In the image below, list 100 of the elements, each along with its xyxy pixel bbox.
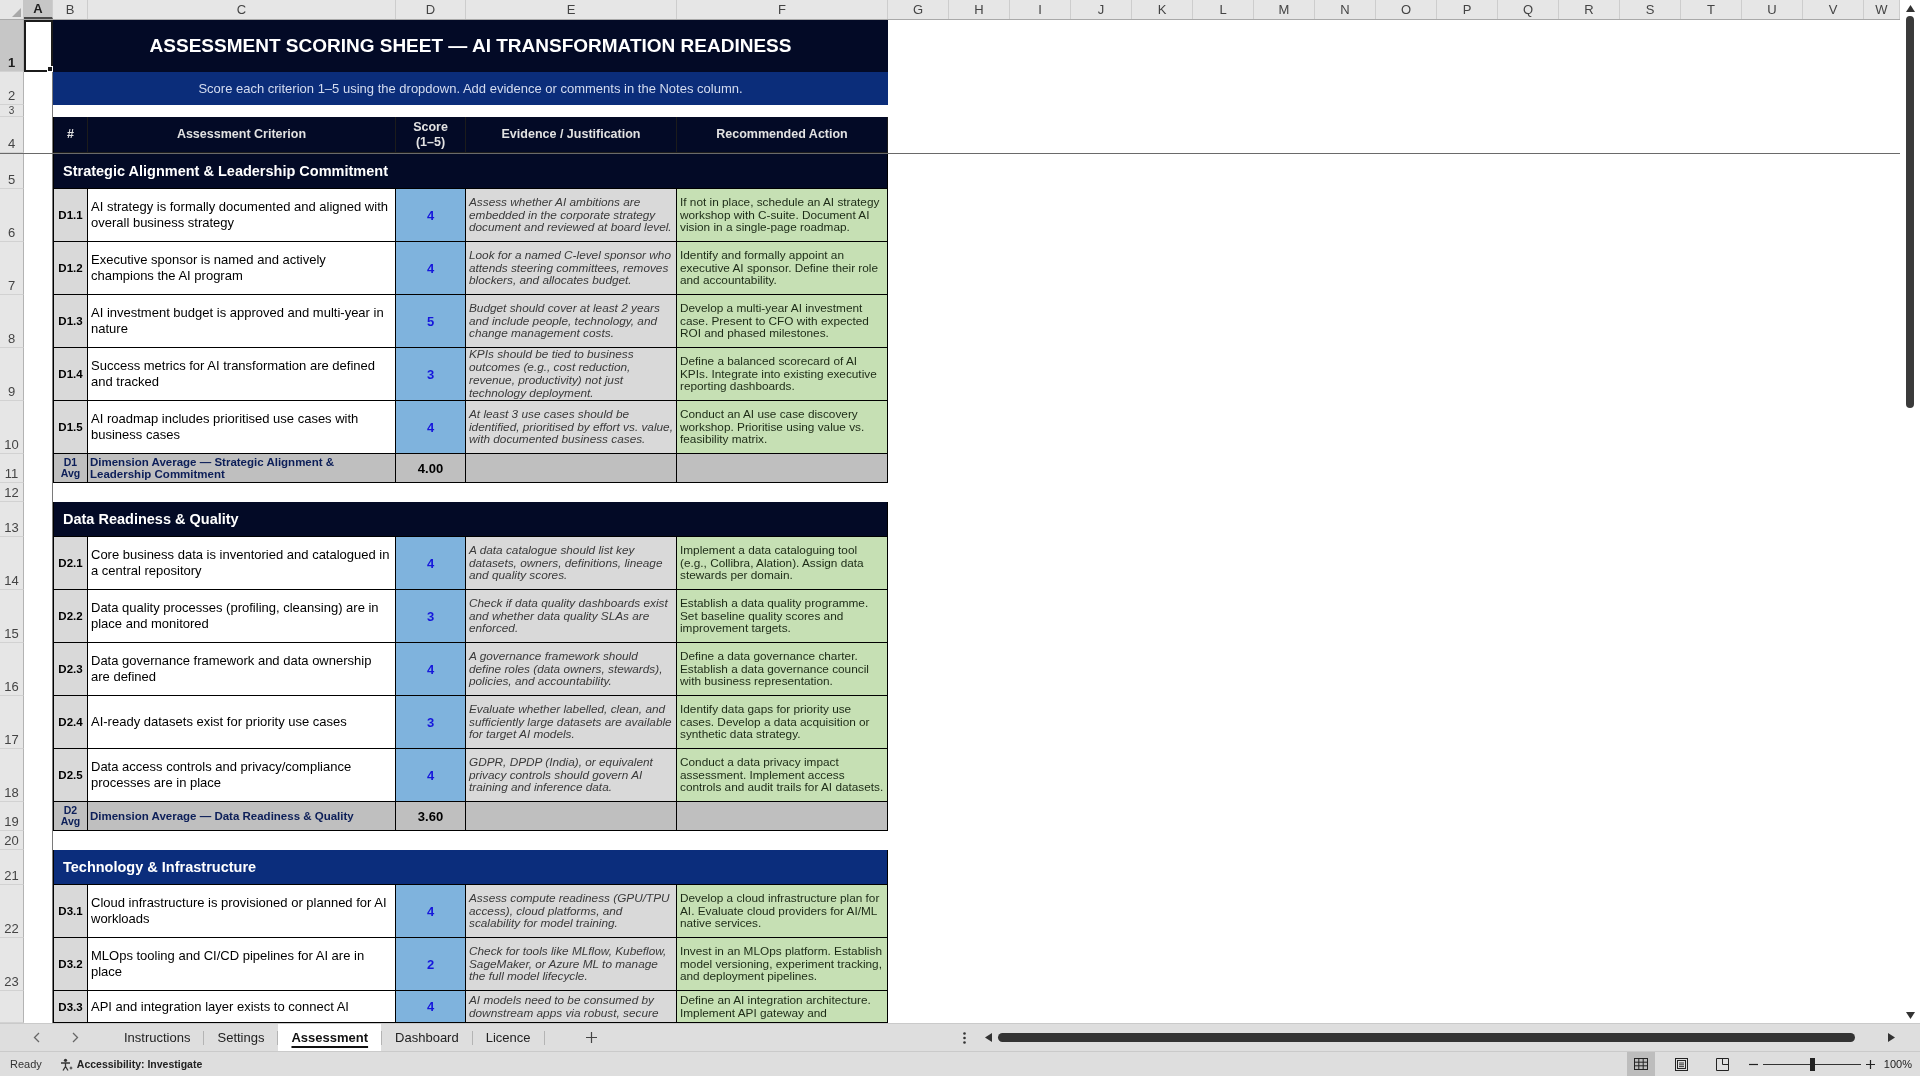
row-header[interactable]: 13 bbox=[0, 502, 24, 537]
column-header[interactable]: S bbox=[1620, 0, 1681, 19]
column-header[interactable]: R bbox=[1559, 0, 1620, 19]
criterion-id: D1.3 bbox=[53, 295, 88, 348]
scrollbar-thumb[interactable] bbox=[1906, 16, 1914, 408]
sheet-title: ASSESSMENT SCORING SHEET — AI TRANSFORMATION READINESS bbox=[53, 20, 888, 72]
score-input[interactable]: 5 bbox=[396, 295, 466, 348]
triangle-down-icon[interactable] bbox=[1905, 1012, 1915, 1019]
row-header[interactable]: 21 bbox=[0, 850, 24, 885]
column-header[interactable]: U bbox=[1742, 0, 1803, 19]
accessibility-button[interactable]: Accessibility: Investigate bbox=[59, 1052, 203, 1076]
slider-thumb[interactable] bbox=[1809, 1057, 1815, 1071]
column-header[interactable]: N bbox=[1315, 0, 1376, 19]
row-header[interactable]: 22 bbox=[0, 885, 24, 938]
row-header[interactable]: 14 bbox=[0, 537, 24, 590]
row-header[interactable]: 7 bbox=[0, 242, 24, 295]
criterion-id: D3.3 bbox=[53, 991, 88, 1023]
row-header[interactable]: 23 bbox=[0, 938, 24, 991]
sheet-tab[interactable]: Assessment bbox=[278, 1024, 382, 1051]
column-heading: Score (1–5) bbox=[396, 117, 466, 153]
triangle-left-icon[interactable] bbox=[985, 1033, 992, 1042]
grid-view-icon[interactable] bbox=[1633, 1058, 1648, 1070]
recommended-action: Identify data gaps for priority use cases. Develop a data acquisition or synthetic data strategy. bbox=[677, 696, 888, 749]
evidence-note: A governance framework should define roles (data owners, stewards), policies, and accountability. bbox=[466, 643, 677, 696]
criterion-text: Cloud infrastructure is provisioned or planned for AI workloads bbox=[88, 885, 396, 938]
row-header[interactable]: 20 bbox=[0, 831, 24, 850]
average-score: 4.00 bbox=[396, 454, 466, 483]
score-input[interactable]: 3 bbox=[396, 348, 466, 401]
row-header[interactable]: 12 bbox=[0, 483, 24, 502]
row-header[interactable]: 10 bbox=[0, 401, 24, 454]
score-input[interactable]: 4 bbox=[396, 885, 466, 938]
row-header[interactable]: 9 bbox=[0, 348, 24, 401]
column-header[interactable]: B bbox=[53, 0, 88, 19]
score-input[interactable]: 3 bbox=[396, 696, 466, 749]
vertical-ellipsis-icon[interactable] bbox=[963, 1031, 966, 1044]
score-input[interactable]: 4 bbox=[396, 242, 466, 295]
column-header[interactable]: D bbox=[396, 0, 466, 19]
score-input[interactable]: 4 bbox=[396, 643, 466, 696]
score-input[interactable]: 4 bbox=[396, 749, 466, 802]
row-header[interactable]: 3 bbox=[0, 105, 24, 117]
chevron-left-icon[interactable] bbox=[33, 1032, 40, 1043]
column-header[interactable]: J bbox=[1071, 0, 1132, 19]
column-header[interactable]: C bbox=[88, 0, 396, 19]
page-break-icon[interactable] bbox=[1716, 1057, 1730, 1071]
view-button[interactable] bbox=[1626, 1052, 1655, 1076]
recommended-action: Develop a multi-year AI investment case. Present to CFO with expected ROI and phased milestones. bbox=[677, 295, 888, 348]
average-score: 3.60 bbox=[396, 802, 466, 831]
row-header[interactable]: 15 bbox=[0, 590, 24, 643]
triangle-up-icon[interactable] bbox=[1905, 5, 1915, 12]
column-header[interactable]: I bbox=[1010, 0, 1071, 19]
column-header[interactable]: V bbox=[1803, 0, 1864, 19]
plus-icon[interactable] bbox=[585, 1032, 597, 1043]
column-header[interactable]: T bbox=[1681, 0, 1742, 19]
page-layout-icon[interactable] bbox=[1675, 1057, 1689, 1071]
recommended-action: Define an AI integration architecture. Implement API gateway and bbox=[677, 991, 888, 1023]
criterion-id: D1.4 bbox=[53, 348, 88, 401]
row-header[interactable]: 17 bbox=[0, 696, 24, 749]
column-header[interactable]: H bbox=[949, 0, 1010, 19]
row-header[interactable]: 2 bbox=[0, 72, 24, 105]
sheet-tab[interactable]: Licence bbox=[472, 1024, 544, 1051]
row-header[interactable]: 4 bbox=[0, 117, 24, 153]
row-header[interactable]: 18 bbox=[0, 749, 24, 802]
criterion-text: AI strategy is formally documented and aligned with overall business strategy bbox=[88, 189, 396, 242]
score-input[interactable]: 4 bbox=[396, 991, 466, 1023]
recommended-action: Develop a cloud infrastructure plan for AI. Evaluate cloud providers for AI/ML native services. bbox=[677, 885, 888, 938]
row-header[interactable]: 16 bbox=[0, 643, 24, 696]
column-header[interactable]: G bbox=[888, 0, 949, 19]
fill-handle[interactable] bbox=[47, 66, 53, 72]
column-header[interactable]: F bbox=[677, 0, 888, 19]
column-header[interactable]: M bbox=[1254, 0, 1315, 19]
score-input[interactable]: 3 bbox=[396, 590, 466, 643]
column-header[interactable]: P bbox=[1437, 0, 1498, 19]
sheet-tab[interactable]: Settings bbox=[204, 1024, 278, 1051]
selected-cell[interactable] bbox=[24, 20, 53, 72]
row-header[interactable]: 6 bbox=[0, 189, 24, 242]
column-header[interactable]: E bbox=[466, 0, 677, 19]
column-header[interactable]: O bbox=[1376, 0, 1437, 19]
sheet-tab[interactable]: Dashboard bbox=[382, 1024, 472, 1051]
chevron-right-icon[interactable] bbox=[72, 1032, 79, 1043]
column-header[interactable]: A bbox=[24, 0, 53, 19]
row-header[interactable]: 5 bbox=[0, 154, 24, 189]
score-input[interactable]: 2 bbox=[396, 938, 466, 991]
column-header[interactable]: L bbox=[1193, 0, 1254, 19]
criterion-id: D1.2 bbox=[53, 242, 88, 295]
row-header[interactable]: 19 bbox=[0, 802, 24, 831]
plus-icon[interactable] bbox=[1865, 1059, 1875, 1069]
triangle-right-icon[interactable] bbox=[1888, 1033, 1895, 1042]
section-header: Strategic Alignment & Leadership Commitment bbox=[53, 154, 888, 189]
score-input[interactable]: 4 bbox=[396, 537, 466, 590]
row-header[interactable]: 1 bbox=[0, 20, 24, 72]
sheet-tab[interactable]: Instructions bbox=[111, 1024, 204, 1051]
row-header[interactable]: 11 bbox=[0, 454, 24, 483]
column-header[interactable]: Q bbox=[1498, 0, 1559, 19]
zoom-percentage[interactable]: 100% bbox=[1883, 1058, 1912, 1070]
row-header[interactable]: 8 bbox=[0, 295, 24, 348]
score-input[interactable]: 4 bbox=[396, 189, 466, 242]
column-header[interactable]: K bbox=[1132, 0, 1193, 19]
score-input[interactable]: 4 bbox=[396, 401, 466, 454]
scrollbar-thumb[interactable] bbox=[998, 1033, 1856, 1042]
evidence-note: Look for a named C-level sponsor who attends steering committees, removes blockers, and allocates budget. bbox=[466, 242, 677, 295]
